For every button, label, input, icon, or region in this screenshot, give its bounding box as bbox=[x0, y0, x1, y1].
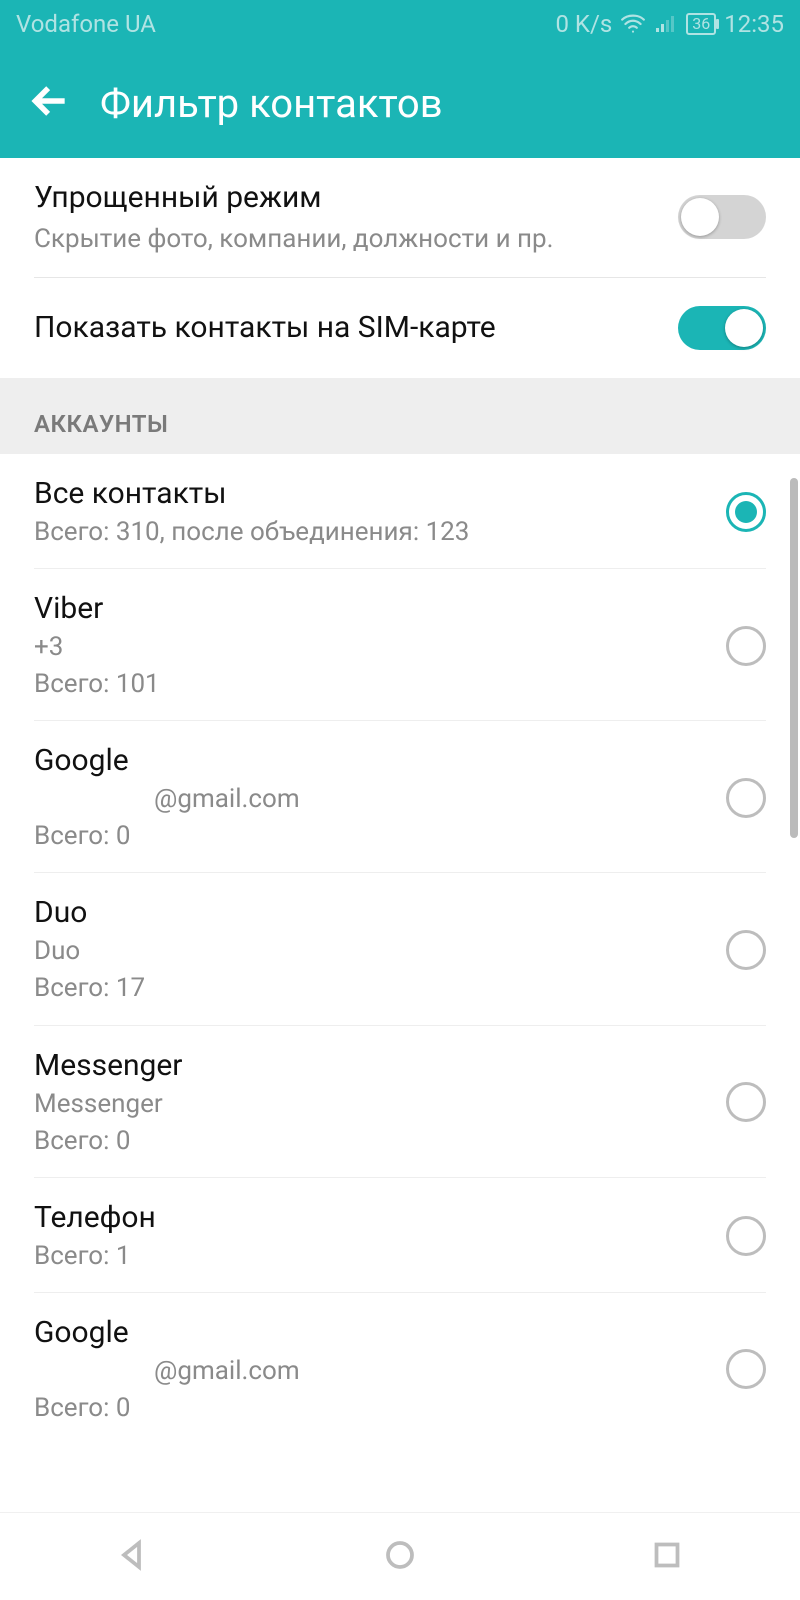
account-row[interactable]: MessengerMessengerВсего: 0 bbox=[0, 1026, 800, 1177]
account-detail: Всего: 0 bbox=[34, 819, 726, 854]
account-row[interactable]: Все контактыВсего: 310, после объединени… bbox=[0, 454, 800, 568]
section-gap bbox=[0, 378, 800, 386]
clock: 12:35 bbox=[724, 10, 784, 38]
toggle-switch[interactable] bbox=[678, 195, 766, 239]
account-title: Телефон bbox=[34, 1198, 726, 1237]
account-detail: Всего: 1 bbox=[34, 1239, 726, 1274]
battery-icon: 36 bbox=[686, 13, 716, 35]
app-bar: Фильтр контактов bbox=[0, 48, 800, 158]
account-title: Viber bbox=[34, 589, 726, 628]
radio-button[interactable] bbox=[726, 1216, 766, 1256]
status-right: 0 K/s 36 12:35 bbox=[555, 10, 784, 38]
toggle-switch[interactable] bbox=[678, 306, 766, 350]
section-header-accounts: АККАУНТЫ bbox=[0, 386, 800, 454]
account-row[interactable]: Viber+3Всего: 101 bbox=[0, 569, 800, 720]
account-row[interactable]: Google@gmail.comВсего: 0 bbox=[0, 1293, 800, 1444]
account-detail: Messenger bbox=[34, 1087, 726, 1122]
radio-button[interactable] bbox=[726, 778, 766, 818]
scrollbar[interactable] bbox=[790, 478, 798, 838]
account-detail: Всего: 17 bbox=[34, 971, 726, 1006]
account-detail: Всего: 101 bbox=[34, 667, 726, 702]
setting-title: Упрощенный режим bbox=[34, 178, 678, 219]
nav-recent-icon[interactable] bbox=[649, 1537, 685, 1577]
setting-title: Показать контакты на SIM-карте bbox=[34, 308, 678, 349]
account-detail: +3 bbox=[34, 630, 726, 665]
account-title: Duo bbox=[34, 893, 726, 932]
radio-button[interactable] bbox=[726, 492, 766, 532]
account-detail: @gmail.com bbox=[34, 782, 726, 817]
content-area: Упрощенный режим Скрытие фото, компании,… bbox=[0, 158, 800, 1512]
carrier-label: Vodafone UA bbox=[16, 10, 156, 38]
wifi-icon bbox=[620, 11, 646, 37]
account-row[interactable]: ТелефонВсего: 1 bbox=[0, 1178, 800, 1292]
back-icon[interactable] bbox=[28, 79, 72, 127]
account-title: Google bbox=[34, 741, 726, 780]
account-title: Messenger bbox=[34, 1046, 726, 1085]
nav-home-icon[interactable] bbox=[382, 1537, 418, 1577]
account-row[interactable]: Google@gmail.comВсего: 0 bbox=[0, 721, 800, 872]
page-title: Фильтр контактов bbox=[100, 80, 443, 127]
signal-icon bbox=[654, 12, 678, 36]
account-detail: Всего: 0 bbox=[34, 1124, 726, 1159]
setting-simple-mode[interactable]: Упрощенный режим Скрытие фото, компании,… bbox=[0, 158, 800, 277]
setting-show-sim[interactable]: Показать контакты на SIM-карте bbox=[0, 278, 800, 378]
account-detail: @gmail.com bbox=[34, 1354, 726, 1389]
account-title: Google bbox=[34, 1313, 726, 1352]
account-detail: Всего: 0 bbox=[34, 1391, 726, 1426]
net-speed: 0 K/s bbox=[555, 10, 612, 38]
nav-back-icon[interactable] bbox=[115, 1537, 151, 1577]
section-header-label: АККАУНТЫ bbox=[34, 410, 766, 438]
radio-button[interactable] bbox=[726, 1349, 766, 1389]
radio-button[interactable] bbox=[726, 930, 766, 970]
setting-subtitle: Скрытие фото, компании, должности и пр. bbox=[34, 221, 678, 257]
radio-button[interactable] bbox=[726, 626, 766, 666]
radio-button[interactable] bbox=[726, 1082, 766, 1122]
account-title: Все контакты bbox=[34, 474, 726, 513]
system-nav-bar bbox=[0, 1512, 800, 1600]
account-detail: Всего: 310, после объединения: 123 bbox=[34, 515, 726, 550]
account-row[interactable]: DuoDuoВсего: 17 bbox=[0, 873, 800, 1024]
status-bar: Vodafone UA 0 K/s 36 12:35 bbox=[0, 0, 800, 48]
account-detail: Duo bbox=[34, 934, 726, 969]
